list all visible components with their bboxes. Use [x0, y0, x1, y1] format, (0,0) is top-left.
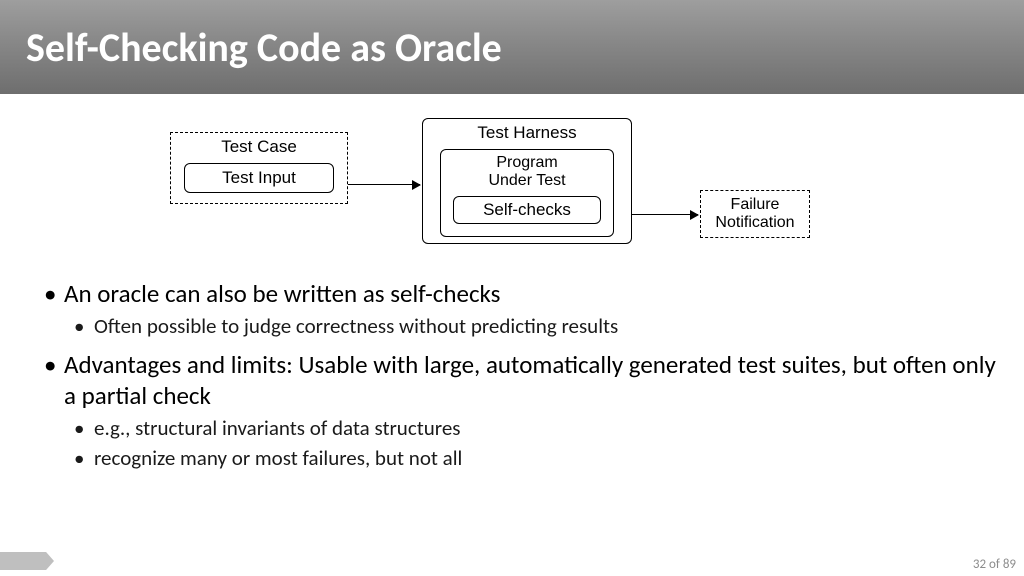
bullet-2-2: recognize many or most failures, but not…	[74, 445, 996, 472]
failure-notification-box: Failure Notification	[700, 190, 810, 238]
test-input-label: Test Input	[222, 168, 296, 188]
program-under-test-label: Program Under Test	[441, 154, 613, 191]
page-current: 32	[973, 557, 986, 572]
bullet-content: An oracle can also be written as self-ch…	[44, 278, 996, 476]
test-input-box: Test Input	[184, 163, 334, 193]
test-case-label: Test Case	[171, 137, 347, 157]
test-case-box: Test Case Test Input	[170, 132, 348, 204]
arrow-harness-to-failure	[632, 214, 698, 215]
test-harness-label: Test Harness	[423, 123, 631, 143]
slide: Self-Checking Code as Oracle Test Case T…	[0, 0, 1024, 576]
self-checks-box: Self-checks	[453, 196, 601, 224]
slide-title: Self-Checking Code as Oracle	[26, 23, 502, 72]
bullet-1-1: Often possible to judge correctness with…	[74, 313, 996, 340]
footer-ribbon-icon	[0, 552, 54, 570]
program-under-test-box: Program Under Test Self-checks	[440, 149, 614, 237]
diagram: Test Case Test Input Test Harness Progra…	[170, 118, 850, 258]
bullet-1: An oracle can also be written as self-ch…	[44, 278, 996, 309]
self-checks-label: Self-checks	[483, 200, 571, 220]
page-number: 32 of 89	[973, 557, 1016, 572]
arrow-input-to-harness	[348, 184, 420, 185]
failure-notification-label: Failure Notification	[715, 196, 794, 233]
page-total: 89	[1003, 557, 1016, 572]
test-harness-box: Test Harness Program Under Test Self-che…	[422, 118, 632, 244]
title-bar: Self-Checking Code as Oracle	[0, 0, 1024, 94]
bullet-2-1: e.g., structural invariants of data stru…	[74, 415, 996, 442]
page-sep: of	[986, 557, 1003, 572]
bullet-2: Advantages and limits: Usable with large…	[44, 349, 996, 412]
